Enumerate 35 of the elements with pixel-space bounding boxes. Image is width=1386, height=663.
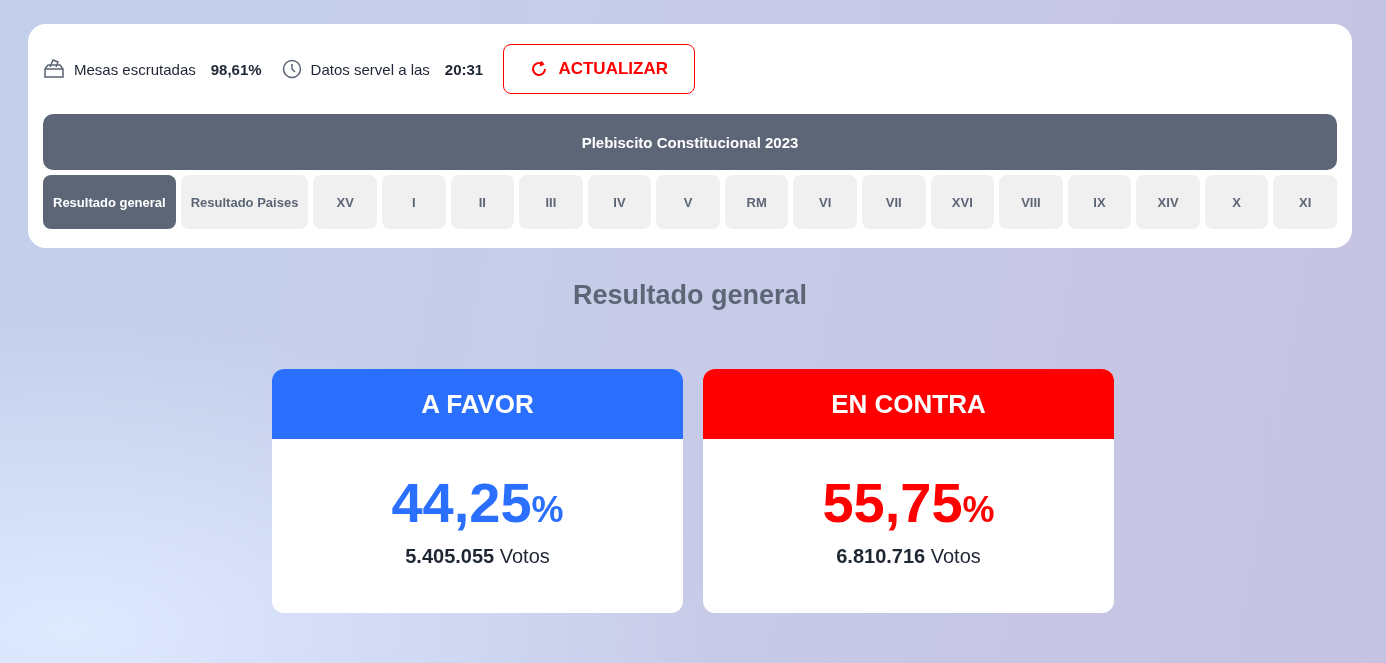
- status-label: Datos servel a las: [310, 60, 430, 78]
- region-tab[interactable]: XVI: [930, 175, 995, 229]
- region-tab[interactable]: III: [519, 175, 583, 229]
- percent-value: 44,25: [391, 471, 532, 534]
- region-tab[interactable]: Resultado Paises: [180, 175, 309, 229]
- region-tab[interactable]: XI: [1273, 175, 1338, 229]
- region-tab[interactable]: X: [1204, 175, 1269, 229]
- region-tab[interactable]: VI: [793, 175, 857, 229]
- option-header: EN CONTRA: [703, 369, 1114, 439]
- percent-value: 55,75: [822, 471, 963, 534]
- status-value: 98,61%: [210, 60, 262, 78]
- region-tab[interactable]: IX: [1067, 175, 1132, 229]
- refresh-icon: [530, 60, 549, 78]
- region-tab[interactable]: II: [450, 175, 515, 229]
- percent-unit: %: [962, 489, 995, 530]
- vote-count: 5.405.055 Votos: [405, 545, 550, 568]
- region-tab[interactable]: VIII: [999, 175, 1063, 229]
- option-header: A FAVOR: [272, 369, 683, 439]
- percent-unit: %: [531, 489, 564, 530]
- region-tab[interactable]: RM: [724, 175, 789, 229]
- region-tab[interactable]: XV: [313, 175, 377, 229]
- region-tab[interactable]: Resultado general: [43, 175, 176, 229]
- region-tab[interactable]: I: [381, 175, 446, 229]
- clock-icon: [281, 59, 302, 79]
- region-tab[interactable]: V: [656, 175, 720, 229]
- region-tab[interactable]: IV: [587, 175, 652, 229]
- status-value: 20:31: [444, 60, 484, 78]
- region-tab[interactable]: VII: [862, 175, 926, 229]
- refresh-button[interactable]: ACTUALIZAR: [503, 44, 696, 94]
- status-label: Mesas escrutadas: [74, 60, 196, 78]
- ballot-box-icon: [43, 59, 65, 79]
- election-title-bar: Plebiscito Constitucional 2023: [43, 114, 1337, 170]
- vote-count: 6.810.716 Votos: [836, 545, 981, 568]
- region-tab[interactable]: XIV: [1136, 175, 1200, 229]
- section-title: Resultado general: [571, 280, 809, 311]
